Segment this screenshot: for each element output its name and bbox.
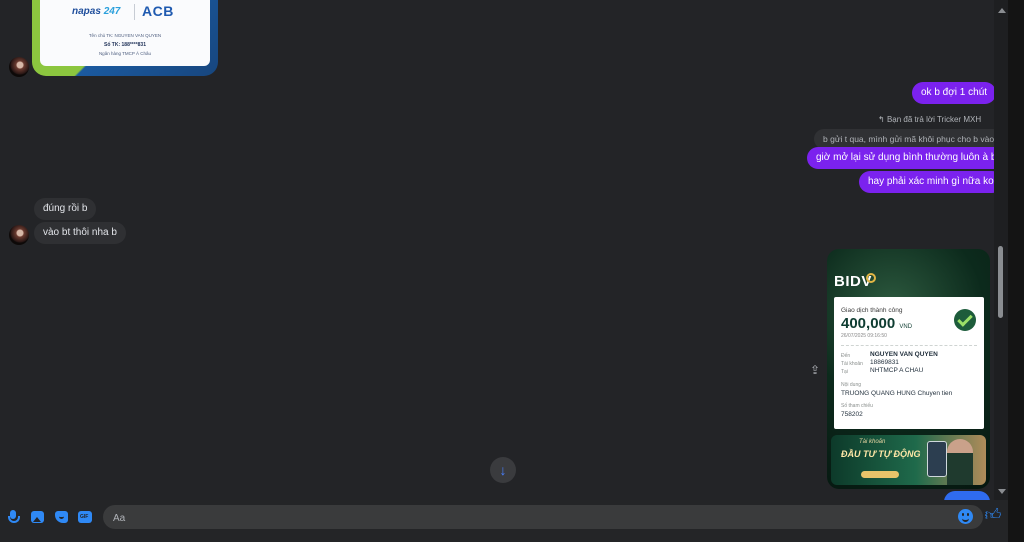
scroll-down-arrow-icon[interactable] [998,489,1006,494]
acb-logo: ACB [142,3,174,19]
window-edge [1008,0,1024,542]
image-icon[interactable] [31,510,45,524]
transaction-status: Giao dịch thành công [841,307,903,314]
reply-icon: ↰ [878,115,885,124]
bank-account-card: napas 247 ACB Tên chủ TK: NGUYEN VAN QUY… [40,0,210,66]
thumbs-up-icon[interactable]: 👍︎ [984,507,1002,525]
bank-name: Ngân hàng TMCP Á Châu [98,51,152,56]
content-label: Nội dung [841,382,862,388]
scroll-to-bottom-button[interactable]: ↓ [490,457,516,483]
napas-logo: napas 247 [72,6,121,17]
account-number: Số TK: 188****831 [104,42,146,48]
emoji-icon[interactable] [958,509,973,524]
divider [841,345,977,346]
message-input-wrapper[interactable] [103,505,983,531]
microphone-icon[interactable] [7,510,21,524]
gif-icon[interactable]: GIF [78,510,92,524]
receipt-card: Giao dịch thành công 400,000 VND 26/07/2… [834,297,984,429]
account-label: Tài khoản [841,361,863,367]
logo-divider [134,4,135,20]
incoming-message[interactable]: đúng rồi b [34,198,97,220]
transfer-content: TRUONG QUANG HUNG Chuyen tien [841,390,953,397]
transfer-receipt-image[interactable]: BIDV Giao dịch thành công 400,000 VND 26… [827,249,990,489]
contact-avatar[interactable] [9,57,29,77]
to-label: Đến [841,353,851,359]
message-input[interactable] [111,505,955,531]
reference-number: 758202 [841,411,863,418]
quoted-message[interactable]: b gửi t qua, mình gửi mã khôi phục cho b… [814,129,1004,149]
bank-name: NHTMCP A CHAU [870,367,924,374]
share-icon[interactable]: ⇪ [809,363,821,377]
reference-label: Số tham chiếu [841,403,873,409]
scrollbar-thumb[interactable] [998,246,1003,318]
contact-avatar[interactable] [9,225,29,245]
chat-thread: napas 247 ACB Tên chủ TK: NGUYEN VAN QUY… [0,0,1008,500]
outgoing-message[interactable] [944,491,990,500]
reply-header-text: Bạn đã trả lời Tricker MXH [886,115,982,124]
transaction-amount: 400,000 VND [841,315,913,332]
bank-label: Tại [841,369,848,375]
account-number: 18869831 [870,359,899,366]
sticker-icon[interactable] [55,510,69,524]
phone-image [927,441,947,477]
banner-subtitle: Tài khoản [859,439,886,445]
account-holder: Tên chủ TK: NGUYEN VAN QUYEN [88,33,162,38]
incoming-message[interactable]: vào bt thôi nha b [34,222,126,244]
person-image [947,439,973,485]
reply-header: ↰ Bạn đã trả lời Tricker MXH [878,115,981,124]
to-name: NGUYEN VAN QUYEN [870,351,938,358]
transaction-datetime: 26/07/2025 09:16:50 [841,333,887,339]
outgoing-message[interactable]: ok b đợi 1 chút [912,82,997,104]
bidv-star-icon [866,273,876,283]
scroll-up-arrow-icon[interactable] [998,8,1006,13]
promo-banner: Tài khoản ĐẦU TƯ TỰ ĐỘNG [831,435,986,485]
banner-title: ĐẦU TƯ TỰ ĐỘNG [841,449,921,459]
success-check-icon [954,309,976,331]
outgoing-message[interactable]: giờ mở lại sử dụng bình thường luôn à b [807,147,1006,169]
arrow-down-icon: ↓ [499,462,507,478]
outgoing-message[interactable]: hay phải xác minh gì nữa ko [859,171,1003,193]
bank-account-image[interactable]: napas 247 ACB Tên chủ TK: NGUYEN VAN QUY… [32,0,218,76]
banner-button [861,471,899,478]
